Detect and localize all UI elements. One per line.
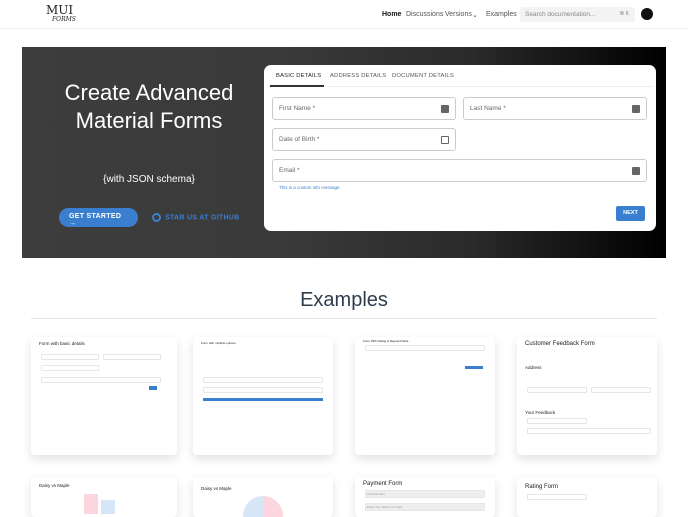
example-title: Rating Form	[525, 484, 559, 490]
star-label: STAR US AT GITHUB	[165, 214, 240, 222]
field-label: Card Number	[367, 492, 386, 496]
example-card[interactable]: Payment Form Card Number Enter Your Name…	[355, 477, 495, 517]
card-number-field: Card Number	[365, 490, 485, 498]
example-title: Form With Dialog & Repeat Fields	[363, 339, 409, 343]
example-card[interactable]: Form with basic details	[31, 337, 177, 455]
example-title: Daisy vs Maple	[39, 483, 70, 488]
chart-bar	[84, 494, 98, 514]
example-title: Payment Form	[363, 481, 403, 487]
nav-discussions[interactable]: Discussions	[406, 11, 443, 18]
tab-basic-details[interactable]: BASIC DETAILS	[276, 73, 321, 79]
tab-document-details[interactable]: DOCUMENT DETAILS	[392, 73, 454, 79]
form-tabs: BASIC DETAILS ADDRESS DETAILS DOCUMENT D…	[267, 65, 653, 87]
date-of-birth-field[interactable]: Date of Birth *	[272, 128, 456, 151]
tab-address-details[interactable]: ADDRESS DETAILS	[330, 73, 386, 79]
nav-examples[interactable]: Examples	[486, 11, 517, 18]
thumb-field	[103, 354, 161, 360]
thumb-field	[41, 377, 161, 383]
email-label: Email *	[279, 167, 300, 174]
logo[interactable]: MUI FORMS	[46, 4, 76, 25]
get-started-button[interactable]: GET STARTED →	[59, 208, 138, 227]
example-card[interactable]: Daisy vs Maple	[193, 477, 333, 517]
thumb-field	[203, 387, 323, 393]
thumb-field	[203, 377, 323, 383]
last-name-label: Last Name *	[470, 105, 506, 112]
thumb-field	[527, 428, 651, 434]
thumb-button	[203, 398, 323, 401]
thumb-field	[365, 345, 485, 351]
last-name-field[interactable]: Last Name *	[463, 97, 647, 120]
info-message: This is a custom info message	[279, 185, 340, 190]
badge-icon	[632, 105, 640, 113]
thumb-field	[527, 387, 587, 393]
nav-home[interactable]: Home	[382, 11, 401, 18]
header: MUI FORMS Home Discussions Versions ⌄ Exa…	[0, 0, 688, 29]
email-field[interactable]: Email *	[272, 159, 647, 182]
calendar-icon[interactable]	[441, 136, 449, 144]
examples-heading: Examples	[300, 289, 388, 311]
example-title: Form with basic details	[39, 341, 85, 346]
thumb-field	[527, 494, 587, 500]
thumb-field	[41, 354, 99, 360]
next-button[interactable]: NEXT	[616, 206, 645, 221]
example-title: Form with multiple options	[201, 341, 236, 345]
thumb-button	[149, 386, 157, 390]
example-card[interactable]: Rating Form	[517, 477, 657, 517]
dob-label: Date of Birth *	[279, 136, 320, 143]
pie-chart	[243, 496, 283, 517]
badge-icon	[441, 105, 449, 113]
example-title: Daisy vs Maple	[201, 486, 232, 491]
search-shortcut: ⌘ K	[619, 11, 629, 17]
nav-versions[interactable]: Versions	[445, 11, 472, 18]
example-card[interactable]: Form with multiple options	[193, 337, 333, 455]
example-card[interactable]: Customer Feedback Form Address Your Feed…	[517, 337, 657, 455]
card-name-field: Enter Your Name On Card	[365, 503, 485, 511]
thumb-button	[465, 366, 483, 369]
section-title: Your Feedback	[525, 410, 556, 415]
thumb-field	[527, 418, 587, 424]
logo-subtext: FORMS	[52, 16, 76, 23]
first-name-field[interactable]: First Name *	[272, 97, 456, 120]
github-icon[interactable]	[641, 8, 653, 20]
demo-form-card: BASIC DETAILS ADDRESS DETAILS DOCUMENT D…	[264, 65, 656, 231]
first-name-label: First Name *	[279, 105, 316, 112]
field-label: Enter Your Name On Card	[367, 505, 403, 509]
example-card[interactable]: Form With Dialog & Repeat Fields	[355, 337, 495, 455]
example-title: Customer Feedback Form	[525, 341, 595, 347]
search-placeholder: Search documentation...	[525, 11, 596, 18]
hero-subtitle: {with JSON schema}	[103, 174, 195, 185]
section-title: Address	[525, 365, 542, 370]
tab-indicator	[270, 85, 324, 87]
chevron-down-icon[interactable]: ⌄	[472, 11, 478, 19]
hero-title: Create Advanced Material Forms	[64, 80, 234, 133]
example-card[interactable]: Daisy vs Maple	[31, 477, 177, 517]
star-github-link[interactable]: STAR US AT GITHUB	[152, 213, 240, 222]
thumb-field	[41, 365, 99, 371]
divider	[31, 318, 657, 319]
github-icon	[152, 213, 161, 222]
thumb-field	[591, 387, 651, 393]
mail-icon	[632, 167, 640, 175]
search-input[interactable]: Search documentation... ⌘ K	[520, 7, 635, 22]
